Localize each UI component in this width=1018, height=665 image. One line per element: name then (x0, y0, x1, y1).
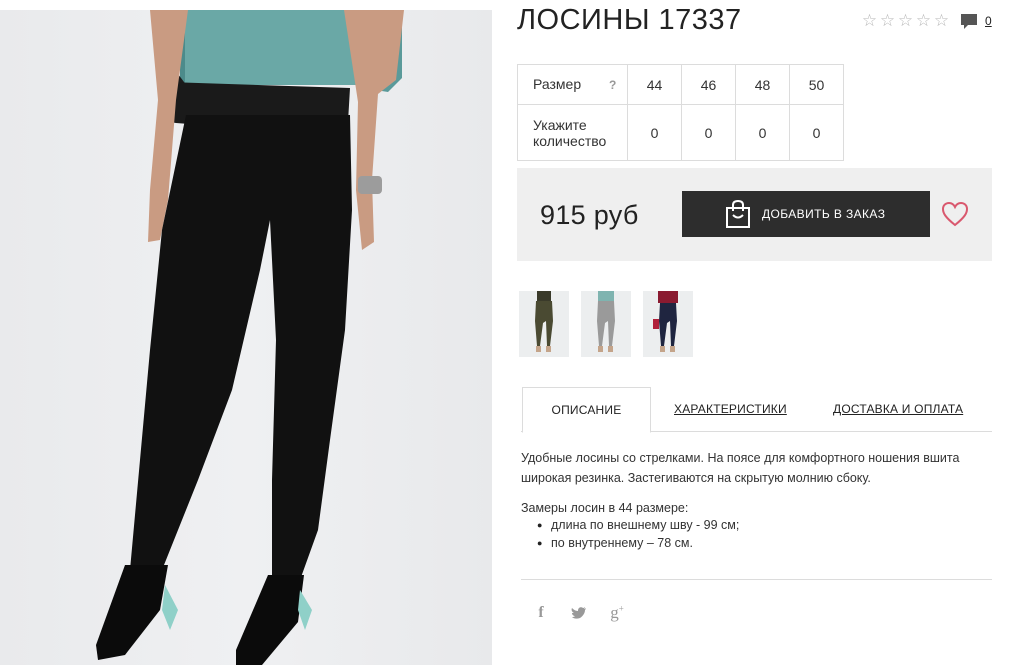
description-paragraph: Удобные лосины со стрелками. На поясе дл… (521, 451, 960, 485)
add-to-order-button[interactable]: ДОБАВИТЬ В ЗАКАЗ (682, 191, 930, 237)
price: 915 руб (540, 200, 639, 230)
thumbnail-grey[interactable] (581, 291, 631, 357)
product-title: ЛОСИНЫ 17337 (517, 4, 742, 36)
thumbnail-navy-image (653, 291, 678, 352)
size-50: 50 (789, 64, 844, 105)
measure-title: Замеры лосин в 44 размере: (521, 501, 689, 515)
comment-count-link[interactable]: 0 (985, 14, 992, 28)
quantity-input-50[interactable]: 0 (789, 104, 844, 161)
product-photo-illustration (96, 10, 404, 665)
purchase-panel: 915 руб ДОБАВИТЬ В ЗАКАЗ (517, 168, 992, 261)
add-to-order-label: ДОБАВИТЬ В ЗАКАЗ (762, 207, 886, 221)
heart-icon[interactable] (941, 201, 969, 227)
thumbnail-olive[interactable] (519, 291, 569, 357)
product-tabs: ОПИСАНИЕ ХАРАКТЕРИСТИКИ ДОСТАВКА И ОПЛАТ… (521, 387, 992, 433)
social-share: f g+ (533, 603, 625, 623)
size-44: 44 (627, 64, 682, 105)
twitter-icon[interactable] (571, 606, 587, 620)
star-icon[interactable]: ☆ (861, 11, 878, 31)
tab-description[interactable]: ОПИСАНИЕ (522, 387, 651, 433)
product-photo[interactable] (0, 10, 492, 665)
size-46: 46 (681, 64, 736, 105)
size-48: 48 (735, 64, 790, 105)
star-icon[interactable]: ☆ (897, 11, 914, 31)
quantity-input-48[interactable]: 0 (735, 104, 790, 161)
size-row-label: Размер ? (517, 64, 628, 105)
product-description: Удобные лосины со стрелками. На поясе дл… (521, 448, 991, 552)
star-rating[interactable]: ☆ ☆ ☆ ☆ ☆ (861, 11, 950, 31)
divider (521, 579, 992, 580)
quantity-input-44[interactable]: 0 (627, 104, 682, 161)
size-help-icon[interactable]: ? (609, 78, 616, 92)
tab-characteristics[interactable]: ХАРАКТЕРИСТИКИ (674, 387, 787, 432)
thumbnail-gallery (519, 291, 693, 357)
tab-delivery-payment[interactable]: ДОСТАВКА И ОПЛАТА (833, 387, 963, 432)
facebook-icon[interactable]: f (533, 604, 549, 622)
measure-list: длина по внешнему шву - 99 см; по внутре… (521, 516, 991, 552)
thumbnail-grey-image (597, 291, 615, 352)
measure-item: по внутреннему – 78 см. (521, 534, 991, 552)
size-table: Размер ? 44 46 48 50 Укажите количество … (517, 64, 844, 161)
thumbnail-navy[interactable] (643, 291, 693, 357)
star-icon[interactable]: ☆ (915, 11, 932, 31)
comment-icon[interactable] (960, 13, 978, 31)
quantity-input-46[interactable]: 0 (681, 104, 736, 161)
star-icon[interactable]: ☆ (933, 11, 950, 31)
quantity-row-label: Укажите количество (517, 104, 628, 161)
measure-item: длина по внешнему шву - 99 см; (521, 516, 991, 534)
thumbnail-olive-image (535, 291, 553, 352)
star-icon[interactable]: ☆ (879, 11, 896, 31)
size-label: Размер (533, 76, 582, 92)
shopping-bag-icon (726, 199, 750, 228)
google-plus-icon[interactable]: g+ (609, 603, 625, 623)
